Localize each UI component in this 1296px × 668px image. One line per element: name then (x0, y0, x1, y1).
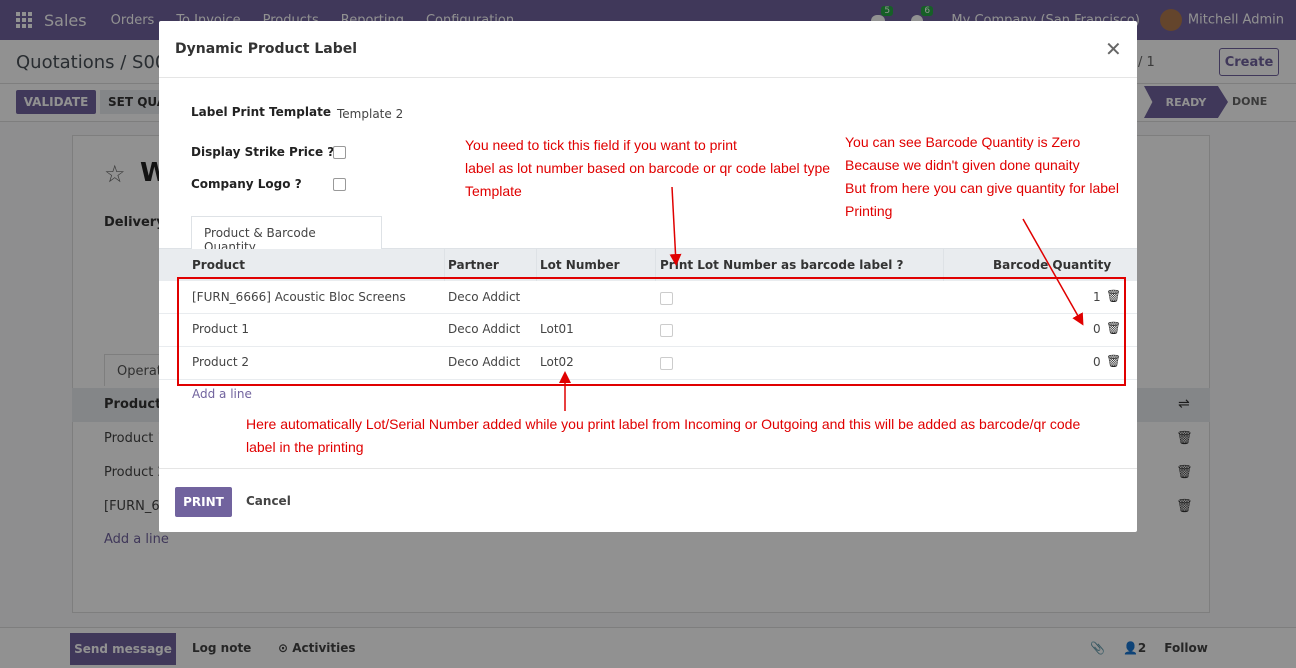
arrow-to-print-lot (669, 186, 682, 266)
annotation-arrows (559, 186, 1084, 411)
arrow-to-barcode-qty (1022, 218, 1084, 326)
